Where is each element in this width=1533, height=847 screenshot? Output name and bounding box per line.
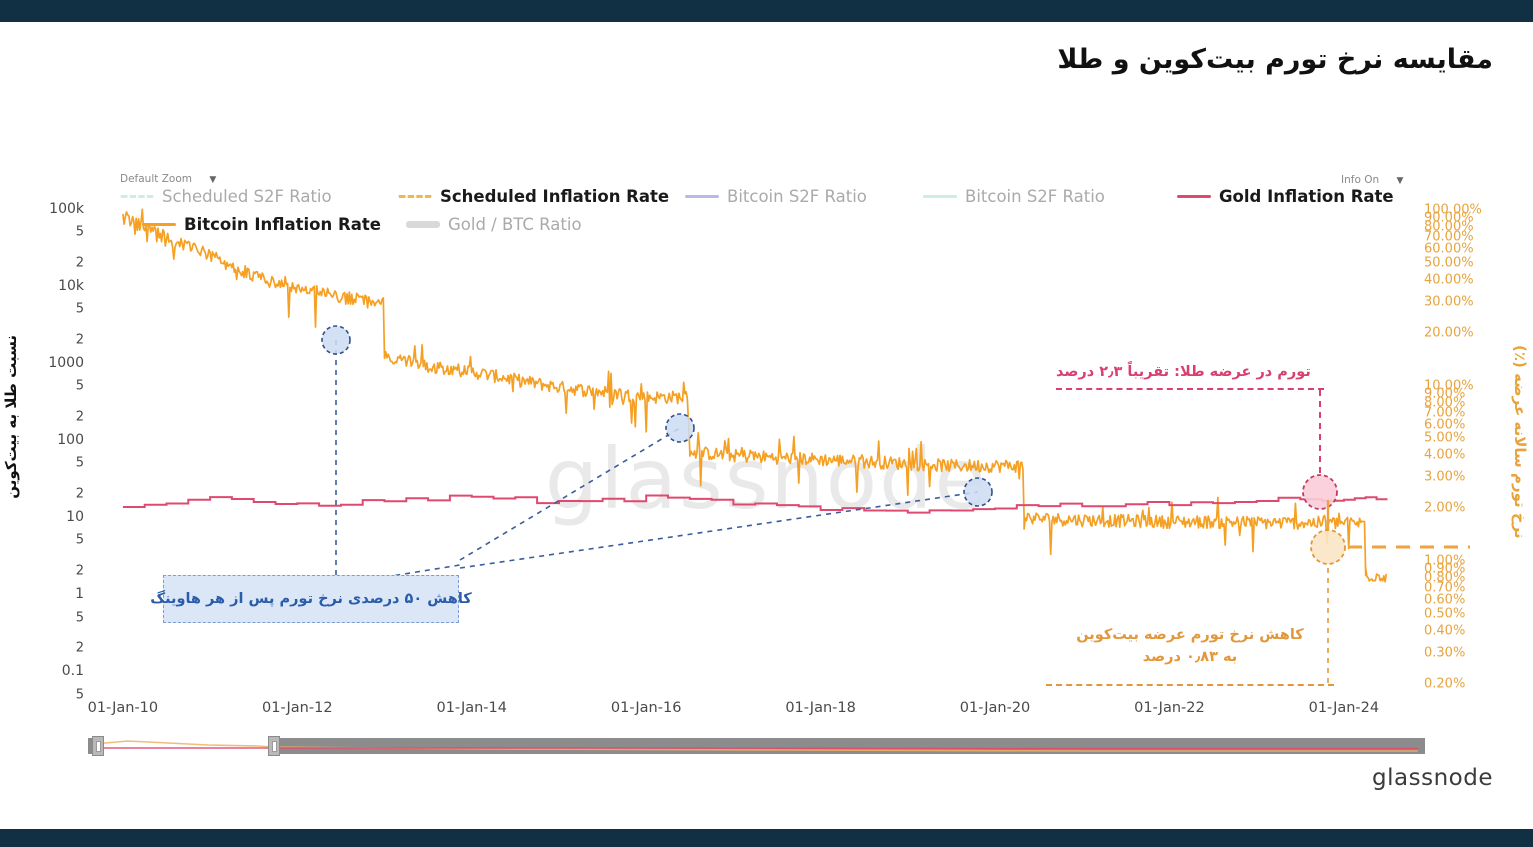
bitcoin-annotation-line2: به ۰٫۸۳ درصد: [1142, 648, 1238, 665]
gold-annotation-rule: [1056, 388, 1324, 390]
halving-marker-2020[interactable]: [963, 477, 993, 507]
halving-annotation: کاهش ۵۰ درصدی نرخ تورم پس از هر هاوینگ: [150, 575, 472, 623]
halving-marker-2016[interactable]: [665, 413, 695, 443]
x-axis-tick: 01-Jan-22: [1134, 700, 1205, 716]
x-axis-tick: 01-Jan-12: [262, 700, 333, 716]
gold-rate-marker-dot[interactable]: [1302, 474, 1338, 510]
x-axis-tick: 01-Jan-16: [610, 700, 682, 716]
x-axis-ticks: 01-Jan-10 01-Jan-12 01-Jan-14 01-Jan-16 01-J…: [0, 700, 1533, 726]
x-axis-tick: 01-Jan-10: [87, 700, 159, 716]
range-handle-left[interactable]: [92, 736, 104, 756]
gold-rate-marker: [1302, 390, 1338, 510]
series-bitcoin-inflation-rate: [122, 208, 1388, 583]
gold-annotation: تورم در عرضه طلا: تقریباً ۲٫۳ درصد: [1056, 364, 1311, 380]
range-handle-right[interactable]: [268, 736, 280, 756]
minimap-pink: [94, 747, 1418, 750]
range-minimap: [93, 740, 1418, 752]
x-axis-tick: 01-Jan-18: [785, 700, 856, 716]
btc-rate-marker-dot[interactable]: [1310, 529, 1346, 565]
glassnode-logo: glassnode: [1372, 765, 1493, 791]
bitcoin-annotation-line1: کاهش نرخ تورم عرضه بیت‌کوین: [1076, 627, 1304, 643]
x-axis-tick: 01-Jan-20: [959, 700, 1031, 716]
x-axis-tick: 01-Jan-24: [1308, 700, 1380, 716]
halving-leader-2016: [459, 427, 681, 561]
minimap-orange: [93, 740, 1418, 752]
screenshot-root: مقایسه نرخ تورم بیت‌کوین و طلا glassnode…: [0, 0, 1533, 847]
bitcoin-annotation-rule: [1046, 684, 1334, 686]
x-axis-tick: 01-Jan-14: [436, 700, 507, 716]
bitcoin-annotation: کاهش نرخ تورم عرضه بیت‌کوین به ۰٫۸۳ درصد: [1046, 625, 1334, 669]
series-gold-inflation-rate: [122, 494, 1388, 514]
halving-marker-2012[interactable]: [321, 325, 351, 355]
time-range-slider[interactable]: [88, 735, 1425, 757]
